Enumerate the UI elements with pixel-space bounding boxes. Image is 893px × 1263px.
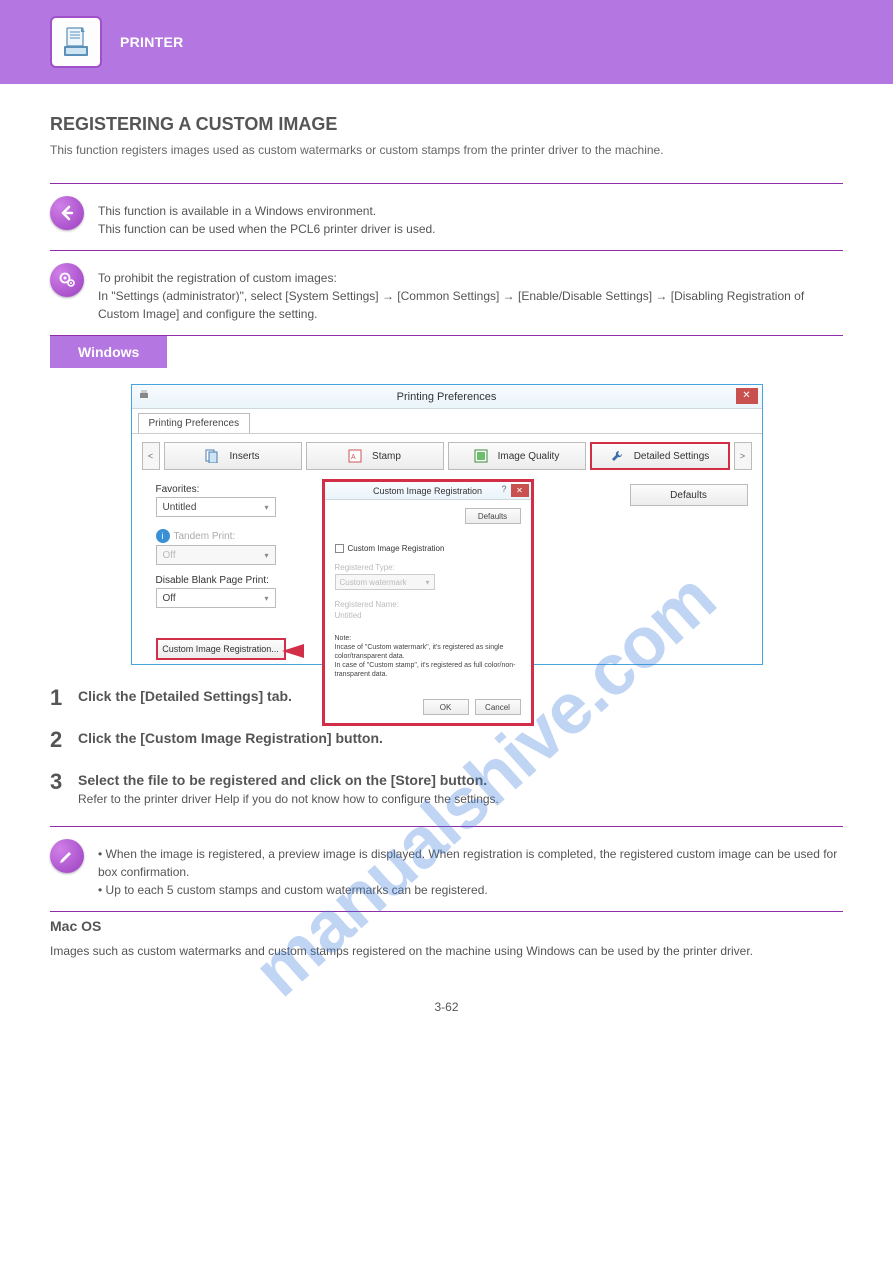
registered-name-value: Untitled bbox=[335, 611, 521, 620]
registered-name-label: Registered Name: bbox=[335, 600, 521, 609]
page-title: REGISTERING A CUSTOM IMAGE bbox=[50, 114, 843, 135]
tab-stamp[interactable]: A Stamp bbox=[306, 442, 444, 470]
footnote-text: • When the image is registered, a previe… bbox=[98, 839, 843, 899]
step-3: 3 Select the file to be registered and c… bbox=[50, 769, 843, 806]
page-number: 3-62 bbox=[50, 1000, 843, 1014]
registered-type-select: Custom watermark▾ bbox=[335, 574, 435, 590]
header-section-title: PRINTER bbox=[120, 34, 184, 50]
registered-type-label: Registered Type: bbox=[335, 563, 521, 572]
settings-text: To prohibit the registration of custom i… bbox=[98, 263, 843, 323]
step-2: 2 Click the [Custom Image Registration] … bbox=[50, 727, 843, 753]
step-number: 3 bbox=[50, 769, 78, 795]
wrench-icon bbox=[610, 449, 624, 463]
header-bar: PRINTER bbox=[0, 0, 893, 84]
image-quality-icon bbox=[474, 449, 488, 463]
dialog-defaults-button[interactable]: Defaults bbox=[465, 508, 521, 524]
tandem-print-select: Off▾ bbox=[156, 545, 276, 565]
custom-image-dialog: Custom Image Registration ? ✕ Defaults C… bbox=[322, 479, 534, 726]
step-3-title: Select the file to be registered and cli… bbox=[78, 769, 499, 788]
tab-detailed-settings[interactable]: Detailed Settings bbox=[590, 442, 730, 470]
settings-callout: To prohibit the registration of custom i… bbox=[50, 251, 843, 335]
step-1-title: Click the [Detailed Settings] tab. bbox=[78, 685, 292, 704]
window-title: Printing Preferences bbox=[397, 391, 497, 403]
step-number: 1 bbox=[50, 685, 78, 711]
window-titlebar: Printing Preferences ✕ bbox=[132, 385, 762, 409]
note-text: This function is available in a Windows … bbox=[98, 196, 436, 238]
dialog-titlebar: Custom Image Registration ? ✕ bbox=[325, 482, 531, 500]
defaults-button[interactable]: Defaults bbox=[630, 484, 748, 506]
help-icon[interactable]: ? bbox=[501, 484, 506, 494]
checkbox-icon bbox=[335, 544, 344, 553]
footnote-callout: • When the image is registered, a previe… bbox=[50, 827, 843, 911]
step-3-body: Refer to the printer driver Help if you … bbox=[78, 792, 499, 806]
svg-text:A: A bbox=[351, 454, 356, 461]
ok-button[interactable]: OK bbox=[423, 699, 469, 715]
tab-printing-preferences[interactable]: Printing Preferences bbox=[138, 413, 251, 433]
chevron-down-icon: ▾ bbox=[264, 594, 268, 603]
dialog-title: Custom Image Registration bbox=[373, 486, 482, 496]
step-number: 2 bbox=[50, 727, 78, 753]
close-icon[interactable]: ✕ bbox=[736, 388, 758, 404]
note-label: Note: bbox=[335, 635, 352, 642]
pencil-icon bbox=[50, 839, 84, 873]
separator bbox=[50, 911, 843, 912]
chevron-down-icon: ▾ bbox=[425, 578, 429, 587]
printer-small-icon bbox=[138, 389, 150, 404]
favorites-select[interactable]: Untitled▾ bbox=[156, 497, 276, 517]
stamp-icon: A bbox=[348, 449, 362, 463]
tab-next-button[interactable]: > bbox=[734, 442, 752, 470]
inserts-icon bbox=[205, 449, 219, 463]
info-icon: i bbox=[156, 529, 170, 543]
cancel-button[interactable]: Cancel bbox=[475, 699, 521, 715]
printer-logo-icon bbox=[50, 16, 102, 68]
callout-pointer-icon bbox=[282, 642, 310, 660]
page-description: This function registers images used as c… bbox=[50, 141, 843, 159]
tab-inserts[interactable]: Inserts bbox=[164, 442, 302, 470]
note-callout: This function is available in a Windows … bbox=[50, 184, 843, 250]
chevron-down-icon: ▾ bbox=[264, 551, 268, 560]
close-icon[interactable]: ✕ bbox=[511, 484, 529, 497]
note-body: Incase of "Custom watermark", it's regis… bbox=[335, 644, 516, 678]
custom-image-registration-button[interactable]: Custom Image Registration... bbox=[156, 638, 286, 660]
mac-description: Images such as custom watermarks and cus… bbox=[50, 942, 843, 960]
step-2-title: Click the [Custom Image Registration] bu… bbox=[78, 727, 383, 746]
custom-image-checkbox[interactable]: Custom Image Registration bbox=[335, 544, 521, 553]
separator bbox=[50, 335, 843, 336]
mac-section-label: Mac OS bbox=[50, 918, 843, 934]
printing-preferences-window: Printing Preferences ✕ Printing Preferen… bbox=[131, 384, 763, 665]
chevron-down-icon: ▾ bbox=[264, 503, 268, 512]
windows-section-label: Windows bbox=[50, 336, 167, 368]
disable-blank-select[interactable]: Off▾ bbox=[156, 588, 276, 608]
gear-icon bbox=[50, 263, 84, 297]
tab-prev-button[interactable]: < bbox=[142, 442, 160, 470]
back-arrow-icon bbox=[50, 196, 84, 230]
tab-strip: < Inserts A Stamp Image Quality Detailed… bbox=[132, 434, 762, 474]
tab-image-quality[interactable]: Image Quality bbox=[448, 442, 586, 470]
